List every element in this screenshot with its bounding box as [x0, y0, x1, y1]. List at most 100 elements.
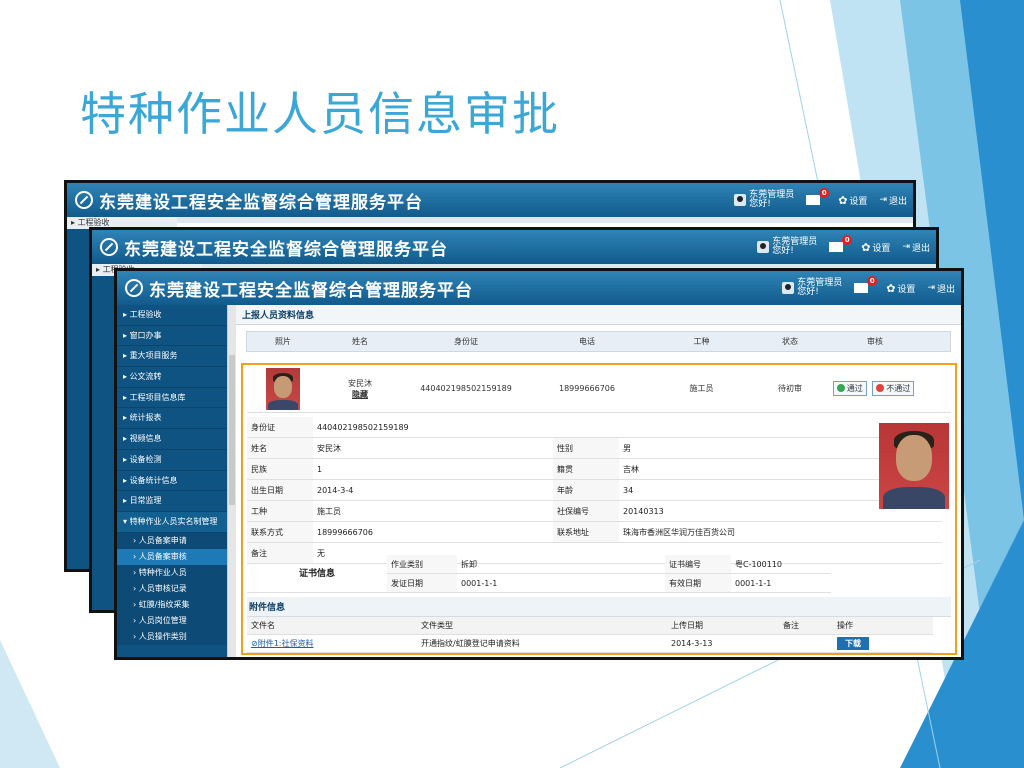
logo-icon [75, 191, 93, 209]
user-icon [757, 241, 770, 253]
status-cell: 待初审 [778, 384, 802, 393]
sidebar-subitem[interactable]: › 人员操作类别 [117, 628, 227, 645]
scrollbar-thumb[interactable] [229, 355, 235, 505]
logo-icon [125, 279, 143, 297]
user-greeting: 您好! [749, 199, 771, 209]
attachment-title: 附件信息 [247, 597, 951, 617]
settings-button[interactable]: ✿ 设置 [861, 241, 890, 254]
info-row: 身份证 440402198502159189 [247, 417, 942, 438]
logout-button[interactable]: ⇥ 退出 [902, 241, 930, 254]
logout-icon: ⇥ [879, 195, 887, 205]
attachment-note [779, 635, 833, 653]
info-table: 身份证 440402198502159189 姓名 安民沐 性别男 民族 1 籍贯 吉林 出… [247, 417, 942, 564]
review-cell: 通过 不通过 [820, 381, 930, 396]
window-screenshot-front: 东莞建设工程安全监督综合管理服务平台 东莞管理员 您好! 0 ✿ 设置 ⇥ 退出 ▸ … [114, 268, 964, 660]
gear-icon: ✿ [838, 193, 848, 207]
attachment-table: 文件名 文件类型 上传日期 备注 操作 ⊘附件1:社保资料 开通指纹/虹膜登记申… [247, 617, 951, 653]
sidebar-subitem[interactable]: › 虹膜/指纹采集 [117, 596, 227, 613]
id-cell: 440402198502159189 [420, 384, 512, 393]
attachment-file-link[interactable]: ⊘附件1:社保资料 [247, 635, 417, 653]
hide-link[interactable]: 隐藏 [319, 389, 401, 400]
user-icon [734, 194, 747, 206]
user-icon [782, 282, 795, 294]
table-header: 照片 姓名 身份证 电话 工种 状态 审核 [246, 331, 951, 352]
logout-button[interactable]: ⇥ 退出 [927, 282, 955, 295]
photo-cell [247, 367, 319, 410]
action-cell: 下载 [833, 635, 933, 653]
mail-icon[interactable]: 0 [854, 276, 878, 293]
person-name: 安民沐 [348, 378, 372, 388]
sidebar-item[interactable]: ▸ 重大项目服务 [117, 346, 227, 368]
slide: 特种作业人员信息审批 东莞建设工程安全监督综合管理服务平台 东莞管理员 您好! 0… [0, 0, 1024, 768]
app-header: 东莞建设工程安全监督综合管理服务平台 东莞管理员 您好! 0 ✿ 设置 ⇥ 退出 [67, 183, 913, 217]
column-header: 电话 [579, 337, 595, 346]
table-row: 安民沐 隐藏 440402198502159189 18999666706 施工… [247, 365, 951, 413]
sidebar-scrollbar[interactable] [227, 305, 236, 657]
sidebar-item[interactable]: ▸ 统计报表 [117, 408, 227, 430]
user-info: 东莞管理员 您好! [782, 279, 842, 297]
sidebar-subitem[interactable]: › 人员审核记录 [117, 580, 227, 597]
sidebar-item[interactable]: ▸ 设备统计信息 [117, 471, 227, 492]
sidebar-subitem[interactable]: › 特种作业人员 [117, 564, 227, 581]
app-header: 东莞建设工程安全监督综合管理服务平台 东莞管理员 您好! 0 ✿ 设置 ⇥ 退出 [92, 230, 936, 264]
mail-icon[interactable]: 0 [829, 235, 853, 252]
logo-icon [100, 238, 118, 256]
sidebar-subitem[interactable]: › 人员岗位管理 [117, 612, 227, 629]
info-row: 民族 1 籍贯 吉林 [247, 459, 942, 480]
user-greeting: 您好! [772, 246, 794, 256]
settings-button[interactable]: ✿ 设置 [886, 282, 915, 295]
sidebar-item[interactable]: ▸ 窗口办事 [117, 326, 227, 347]
settings-button[interactable]: ✿ 设置 [838, 194, 867, 207]
sidebar: ▸ 工程验收 ▸ 窗口办事 ▸ 重大项目服务 ▸ 公文流转 ▸ 工程项目信息库 … [117, 305, 227, 657]
sidebar-subitem[interactable]: › 人员备案申请 [117, 532, 227, 549]
slide-title: 特种作业人员信息审批 [80, 87, 560, 141]
logout-icon: ⇥ [927, 283, 935, 293]
logout-button[interactable]: ⇥ 退出 [879, 194, 907, 207]
column-header: 操作 [833, 617, 933, 635]
sidebar-item[interactable]: ▸ 工程项目信息库 [117, 388, 227, 409]
mail-count-badge: 0 [842, 235, 853, 245]
column-header: 备注 [779, 617, 833, 635]
column-header: 工种 [693, 337, 710, 346]
download-button[interactable]: 下载 [837, 637, 869, 650]
section-title: 上报人员资料信息 [236, 305, 961, 325]
type-cell: 施工员 [689, 384, 714, 393]
info-row: 工种 施工员 社保编号 20140313 [247, 501, 942, 522]
sidebar-item-expanded[interactable]: ▾ 特种作业人员实名制管理 [117, 511, 227, 533]
check-icon [836, 384, 845, 392]
sidebar-subitem-active[interactable]: › 人员备案审核 [117, 548, 227, 565]
sidebar-item[interactable]: ▸ 设备检测 [117, 450, 227, 471]
gear-icon: ✿ [861, 240, 871, 254]
reject-button[interactable]: 不通过 [872, 381, 915, 396]
person-photo [879, 423, 949, 509]
column-header: 文件类型 [417, 617, 667, 635]
column-header: 审核 [867, 337, 883, 346]
column-header: 文件名 [247, 617, 417, 635]
person-photo-thumbnail [266, 367, 300, 410]
column-header: 状态 [782, 337, 798, 346]
app-header: 东莞建设工程安全监督综合管理服务平台 东莞管理员 您好! 0 ✿ 设置 ⇥ 退出 [117, 271, 961, 305]
user-info: 东莞管理员 您好! [757, 238, 817, 256]
name-cell: 安民沐 隐藏 [319, 378, 401, 400]
sidebar-item[interactable]: ▸ 公文流转 [117, 367, 227, 388]
sidebar-item[interactable]: ▸ 日常监理 [117, 491, 227, 512]
attachment-type: 开通指纹/虹膜登记申请资料 [417, 635, 667, 653]
mail-icon[interactable]: 0 [806, 188, 830, 205]
app-title: 东莞建设工程安全监督综合管理服务平台 [149, 280, 473, 301]
phone-cell: 18999666706 [559, 384, 615, 393]
sidebar-item[interactable]: ▸ 视频信息 [117, 429, 227, 450]
mail-count-badge: 0 [819, 188, 830, 198]
app-title: 东莞建设工程安全监督综合管理服务平台 [99, 192, 423, 213]
main-content: 上报人员资料信息 照片 姓名 身份证 电话 工种 状态 审核 安民沐 隐藏 44… [236, 305, 961, 657]
attachment-date: 2014-3-13 [667, 635, 779, 653]
paperclip-icon: ⊘ [251, 639, 258, 648]
column-header: 上传日期 [667, 617, 779, 635]
person-detail-panel: 安民沐 隐藏 440402198502159189 18999666706 施工… [241, 363, 957, 655]
info-row: 联系方式 18999666706 联系地址 珠海市香洲区华润万佳百货公司 [247, 522, 942, 543]
approve-button[interactable]: 通过 [832, 381, 867, 396]
info-row: 出生日期 2014-3-4 年龄 34 [247, 480, 942, 501]
sidebar-item[interactable]: ▸ 工程验收 [117, 305, 227, 326]
app-title: 东莞建设工程安全监督综合管理服务平台 [124, 239, 448, 260]
user-greeting: 您好! [797, 287, 819, 297]
column-header: 姓名 [352, 337, 368, 346]
